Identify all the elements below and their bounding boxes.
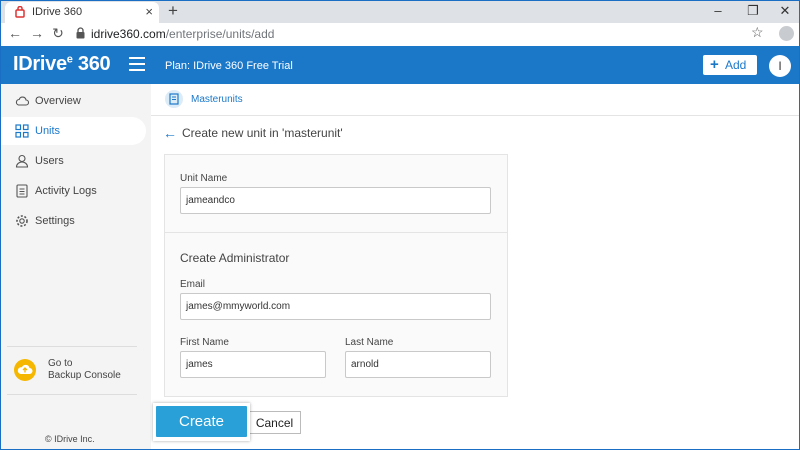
sidebar-item-activity-logs[interactable]: Activity Logs bbox=[1, 177, 146, 205]
address-bar[interactable]: idrive360.com/enterprise/units/add bbox=[71, 24, 769, 44]
create-button-focus-ring: Create bbox=[153, 403, 250, 441]
gear-icon bbox=[16, 215, 28, 227]
new-tab-button[interactable]: + bbox=[164, 1, 182, 21]
sidebar-divider bbox=[7, 346, 137, 347]
email-field[interactable]: james@mmyworld.com bbox=[180, 293, 491, 320]
plus-icon: + bbox=[710, 56, 719, 73]
email-label: Email bbox=[180, 279, 206, 290]
page-title: Create new unit in 'masterunit' bbox=[182, 126, 343, 140]
cancel-button[interactable]: Cancel bbox=[249, 411, 301, 434]
building-icon bbox=[165, 90, 183, 108]
forward-icon[interactable]: → bbox=[28, 25, 46, 41]
add-button[interactable]: + Add bbox=[703, 55, 757, 75]
profile-avatar-icon[interactable] bbox=[779, 26, 794, 41]
add-button-label: Add bbox=[725, 58, 747, 72]
create-button[interactable]: Create bbox=[156, 406, 247, 437]
sidebar-item-label: Units bbox=[35, 125, 61, 137]
app-header: IDrivee 360 Plan: IDrive 360 Free Trial … bbox=[1, 46, 799, 84]
browser-toolbar: ← → ↻ idrive360.com/enterprise/units/add… bbox=[1, 23, 799, 45]
sidebar-item-label: Overview bbox=[35, 95, 81, 107]
grid-icon bbox=[15, 124, 29, 138]
user-icon bbox=[15, 154, 29, 168]
plan-label: Plan: IDrive 360 Free Trial bbox=[165, 60, 293, 72]
first-name-label: First Name bbox=[180, 337, 229, 348]
logo-text: IDrive bbox=[13, 53, 67, 75]
copyright: © IDrive Inc. bbox=[45, 434, 95, 444]
tab-close-icon[interactable]: × bbox=[145, 4, 153, 19]
cloud-upload-icon bbox=[14, 359, 36, 381]
form-section-divider bbox=[165, 232, 507, 233]
lock-icon bbox=[76, 27, 85, 39]
logo-num: 360 bbox=[77, 53, 111, 75]
url-host: idrive360.com bbox=[91, 27, 166, 41]
address-url: idrive360.com/enterprise/units/add bbox=[91, 27, 274, 41]
breadcrumb-label: Masterunits bbox=[191, 94, 243, 105]
hamburger-menu-icon[interactable] bbox=[129, 57, 145, 71]
back-icon[interactable]: ← bbox=[6, 25, 24, 41]
last-name-field[interactable]: arnold bbox=[345, 351, 491, 378]
idrive-favicon-icon bbox=[15, 6, 25, 18]
sidebar-item-units[interactable]: Units bbox=[1, 117, 146, 145]
minimize-icon[interactable]: – bbox=[706, 3, 730, 18]
content-divider bbox=[151, 115, 799, 116]
tab-title: IDrive 360 bbox=[32, 6, 83, 18]
sidebar-item-settings[interactable]: Settings bbox=[1, 207, 146, 235]
sidebar-item-label: Activity Logs bbox=[35, 185, 97, 197]
browser-window: IDrive 360 × + – ❐ ✕ ← → ↻ idrive360.com… bbox=[0, 0, 800, 450]
console-link-line2: Backup Console bbox=[48, 370, 121, 381]
reload-icon[interactable]: ↻ bbox=[49, 25, 67, 42]
logo-sup: e bbox=[66, 53, 73, 66]
user-avatar[interactable]: I bbox=[769, 55, 791, 77]
sidebar-item-users[interactable]: Users bbox=[1, 147, 146, 175]
sidebar: Overview Units Users Activity Logs Setti… bbox=[1, 84, 151, 449]
cloud-icon bbox=[15, 96, 29, 106]
sidebar-item-label: Settings bbox=[35, 215, 75, 227]
window-close-icon[interactable]: ✕ bbox=[773, 3, 797, 19]
unit-name-input[interactable]: jameandco bbox=[180, 187, 491, 214]
bookmark-star-icon[interactable]: ☆ bbox=[751, 24, 764, 41]
unit-name-label: Unit Name bbox=[180, 173, 228, 184]
create-unit-form: Unit Name jameandco Create Administrator… bbox=[164, 154, 508, 397]
first-name-field[interactable]: james bbox=[180, 351, 326, 378]
sidebar-divider bbox=[7, 394, 137, 395]
url-path: /enterprise/units/add bbox=[165, 27, 275, 41]
console-link-line1: Go to bbox=[48, 358, 73, 369]
restore-icon[interactable]: ❐ bbox=[741, 3, 765, 19]
log-icon bbox=[16, 184, 28, 198]
back-arrow-icon[interactable]: ← bbox=[163, 125, 177, 141]
backup-console-link[interactable]: Go to Backup Console bbox=[14, 356, 144, 386]
browser-tab[interactable]: IDrive 360 × bbox=[5, 2, 159, 23]
tab-strip: IDrive 360 × + – ❐ ✕ bbox=[1, 1, 799, 23]
admin-section-title: Create Administrator bbox=[180, 251, 290, 265]
sidebar-item-overview[interactable]: Overview bbox=[1, 87, 146, 115]
last-name-label: Last Name bbox=[345, 337, 394, 348]
sidebar-item-label: Users bbox=[35, 155, 64, 167]
idrive-360-logo[interactable]: IDrivee 360 bbox=[13, 53, 111, 76]
